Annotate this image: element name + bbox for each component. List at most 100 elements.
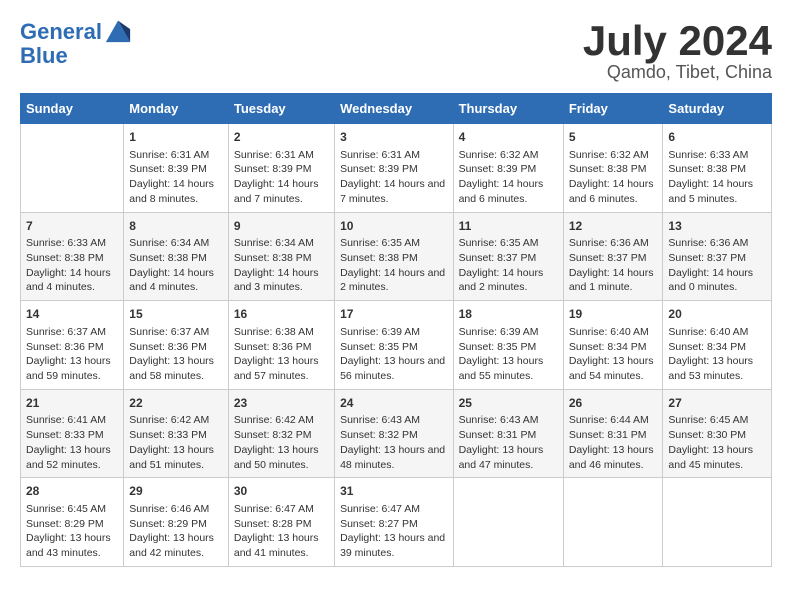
calendar-cell: 24Sunrise: 6:43 AMSunset: 8:32 PMDayligh… <box>335 389 453 478</box>
day-number: 4 <box>459 129 558 146</box>
day-header-wednesday: Wednesday <box>335 94 453 124</box>
calendar-cell: 3 Sunrise: 6:31 AMSunset: 8:39 PMDaylight… <box>335 124 453 213</box>
calendar-cell: 31Sunrise: 6:47 AMSunset: 8:27 PMDayligh… <box>335 478 453 567</box>
calendar-cell: 9Sunrise: 6:34 AMSunset: 8:38 PMDaylight… <box>228 212 334 301</box>
day-number: 7 <box>26 218 118 235</box>
day-number: 29 <box>129 483 223 500</box>
logo-blue: Blue <box>20 44 132 68</box>
day-info: Sunrise: 6:36 AMSunset: 8:37 PMDaylight:… <box>569 236 658 295</box>
day-number: 11 <box>459 218 558 235</box>
day-header-monday: Monday <box>124 94 229 124</box>
day-info: Sunrise: 6:33 AMSunset: 8:38 PMDaylight:… <box>26 236 118 295</box>
day-info: Sunrise: 6:31 AMSunset: 8:39 PMDaylight:… <box>129 148 223 207</box>
calendar-cell: 15 Sunrise: 6:37 AMSunset: 8:36 PMDayligh… <box>124 301 229 390</box>
day-info: Sunrise: 6:34 AMSunset: 8:38 PMDaylight:… <box>129 236 223 295</box>
day-number: 17 <box>340 306 447 323</box>
calendar-cell: 14Sunrise: 6:37 AMSunset: 8:36 PMDayligh… <box>21 301 124 390</box>
day-info: Sunrise: 6:32 AMSunset: 8:38 PMDaylight:… <box>569 148 658 207</box>
day-header-friday: Friday <box>563 94 663 124</box>
day-info: Sunrise: 6:47 AMSunset: 8:27 PMDaylight:… <box>340 502 447 561</box>
day-number: 23 <box>234 395 329 412</box>
day-number: 9 <box>234 218 329 235</box>
day-number: 22 <box>129 395 223 412</box>
logo-icon <box>104 16 132 44</box>
day-number: 6 <box>668 129 766 146</box>
calendar-cell: 21Sunrise: 6:41 AMSunset: 8:33 PMDayligh… <box>21 389 124 478</box>
calendar-cell: 19Sunrise: 6:40 AMSunset: 8:34 PMDayligh… <box>563 301 663 390</box>
day-info: Sunrise: 6:43 AMSunset: 8:32 PMDaylight:… <box>340 413 447 472</box>
calendar-cell <box>21 124 124 213</box>
calendar-cell: 18 Sunrise: 6:39 AMSunset: 8:35 PMDayligh… <box>453 301 563 390</box>
calendar-cell: 30Sunrise: 6:47 AMSunset: 8:28 PMDayligh… <box>228 478 334 567</box>
day-number: 27 <box>668 395 766 412</box>
calendar-cell: 2 Sunrise: 6:31 AMSunset: 8:39 PMDaylight… <box>228 124 334 213</box>
logo: General Blue <box>20 20 132 68</box>
calendar-cell: 20Sunrise: 6:40 AMSunset: 8:34 PMDayligh… <box>663 301 772 390</box>
location-subtitle: Qamdo, Tibet, China <box>583 62 772 83</box>
calendar-cell: 26Sunrise: 6:44 AMSunset: 8:31 PMDayligh… <box>563 389 663 478</box>
day-number: 3 <box>340 129 447 146</box>
calendar-cell: 4 Sunrise: 6:32 AMSunset: 8:39 PMDaylight… <box>453 124 563 213</box>
day-number: 20 <box>668 306 766 323</box>
calendar-cell: 27Sunrise: 6:45 AMSunset: 8:30 PMDayligh… <box>663 389 772 478</box>
day-number: 18 <box>459 306 558 323</box>
calendar-cell: 11Sunrise: 6:35 AMSunset: 8:37 PMDayligh… <box>453 212 563 301</box>
calendar-cell: 23Sunrise: 6:42 AMSunset: 8:32 PMDayligh… <box>228 389 334 478</box>
day-info: Sunrise: 6:39 AMSunset: 8:35 PMDaylight:… <box>459 325 558 384</box>
calendar-cell: 10Sunrise: 6:35 AMSunset: 8:38 PMDayligh… <box>335 212 453 301</box>
day-number: 12 <box>569 218 658 235</box>
calendar-cell: 16 Sunrise: 6:38 AMSunset: 8:36 PMDayligh… <box>228 301 334 390</box>
day-info: Sunrise: 6:35 AMSunset: 8:37 PMDaylight:… <box>459 236 558 295</box>
day-info: Sunrise: 6:36 AMSunset: 8:37 PMDaylight:… <box>668 236 766 295</box>
day-info: Sunrise: 6:37 AMSunset: 8:36 PMDaylight:… <box>26 325 118 384</box>
day-number: 26 <box>569 395 658 412</box>
calendar-cell <box>563 478 663 567</box>
calendar-cell: 22Sunrise: 6:42 AMSunset: 8:33 PMDayligh… <box>124 389 229 478</box>
day-number: 1 <box>129 129 223 146</box>
day-number: 10 <box>340 218 447 235</box>
day-info: Sunrise: 6:31 AMSunset: 8:39 PMDaylight:… <box>234 148 329 207</box>
calendar-cell: 29Sunrise: 6:46 AMSunset: 8:29 PMDayligh… <box>124 478 229 567</box>
calendar-cell: 13Sunrise: 6:36 AMSunset: 8:37 PMDayligh… <box>663 212 772 301</box>
day-info: Sunrise: 6:47 AMSunset: 8:28 PMDaylight:… <box>234 502 329 561</box>
day-info: Sunrise: 6:35 AMSunset: 8:38 PMDaylight:… <box>340 236 447 295</box>
day-header-saturday: Saturday <box>663 94 772 124</box>
day-info: Sunrise: 6:32 AMSunset: 8:39 PMDaylight:… <box>459 148 558 207</box>
day-info: Sunrise: 6:38 AMSunset: 8:36 PMDaylight:… <box>234 325 329 384</box>
day-info: Sunrise: 6:45 AMSunset: 8:30 PMDaylight:… <box>668 413 766 472</box>
calendar-cell: 17 Sunrise: 6:39 AMSunset: 8:35 PMDayligh… <box>335 301 453 390</box>
day-info: Sunrise: 6:43 AMSunset: 8:31 PMDaylight:… <box>459 413 558 472</box>
calendar-cell: 1 Sunrise: 6:31 AMSunset: 8:39 PMDaylight… <box>124 124 229 213</box>
day-number: 16 <box>234 306 329 323</box>
page-header: General Blue July 2024 Qamdo, Tibet, Chi… <box>20 20 772 83</box>
title-block: July 2024 Qamdo, Tibet, China <box>583 20 772 83</box>
calendar-cell: 12Sunrise: 6:36 AMSunset: 8:37 PMDayligh… <box>563 212 663 301</box>
day-info: Sunrise: 6:41 AMSunset: 8:33 PMDaylight:… <box>26 413 118 472</box>
calendar-week-3: 14Sunrise: 6:37 AMSunset: 8:36 PMDayligh… <box>21 301 772 390</box>
calendar-body: 1 Sunrise: 6:31 AMSunset: 8:39 PMDaylight… <box>21 124 772 567</box>
day-number: 2 <box>234 129 329 146</box>
calendar-week-5: 28 Sunrise: 6:45 AMSunset: 8:29 PMDayligh… <box>21 478 772 567</box>
day-header-tuesday: Tuesday <box>228 94 334 124</box>
calendar-week-2: 7Sunrise: 6:33 AMSunset: 8:38 PMDaylight… <box>21 212 772 301</box>
calendar-cell: 25Sunrise: 6:43 AMSunset: 8:31 PMDayligh… <box>453 389 563 478</box>
calendar-cell <box>663 478 772 567</box>
day-number: 25 <box>459 395 558 412</box>
day-info: Sunrise: 6:33 AMSunset: 8:38 PMDaylight:… <box>668 148 766 207</box>
month-title: July 2024 <box>583 20 772 62</box>
calendar-header-row: SundayMondayTuesdayWednesdayThursdayFrid… <box>21 94 772 124</box>
calendar-cell: 6 Sunrise: 6:33 AMSunset: 8:38 PMDaylight… <box>663 124 772 213</box>
logo-general: General <box>20 19 102 44</box>
day-number: 21 <box>26 395 118 412</box>
day-number: 19 <box>569 306 658 323</box>
day-info: Sunrise: 6:37 AMSunset: 8:36 PMDaylight:… <box>129 325 223 384</box>
day-header-sunday: Sunday <box>21 94 124 124</box>
calendar-cell: 28 Sunrise: 6:45 AMSunset: 8:29 PMDayligh… <box>21 478 124 567</box>
day-info: Sunrise: 6:31 AMSunset: 8:39 PMDaylight:… <box>340 148 447 207</box>
day-info: Sunrise: 6:45 AMSunset: 8:29 PMDaylight:… <box>26 502 118 561</box>
day-info: Sunrise: 6:44 AMSunset: 8:31 PMDaylight:… <box>569 413 658 472</box>
day-info: Sunrise: 6:39 AMSunset: 8:35 PMDaylight:… <box>340 325 447 384</box>
day-number: 15 <box>129 306 223 323</box>
day-number: 28 <box>26 483 118 500</box>
day-number: 24 <box>340 395 447 412</box>
